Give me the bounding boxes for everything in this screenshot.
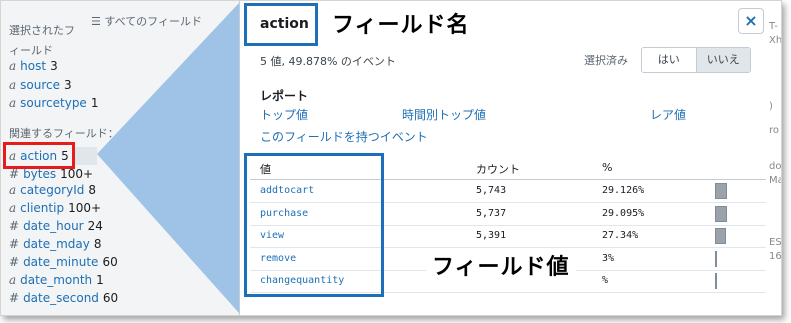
- percent-bar: [715, 183, 727, 199]
- field-type-icon: a: [9, 78, 17, 92]
- field-name-annotation: フィールド名: [332, 13, 470, 38]
- toggle-no-button[interactable]: いいえ: [696, 48, 750, 72]
- field-date-mday[interactable]: # date_mday 8: [9, 235, 102, 253]
- field-name: date_mday: [23, 237, 90, 251]
- field-date-month[interactable]: a date_month 1: [9, 271, 104, 289]
- col-header-percent: %: [602, 161, 613, 174]
- field-name: sourcetype: [20, 96, 87, 110]
- field-name: clientip: [20, 201, 65, 215]
- field-name: date_minute: [23, 255, 99, 269]
- field-type-icon: a: [9, 96, 17, 110]
- field-name: date_second: [23, 291, 99, 305]
- field-type-icon: a: [9, 183, 17, 197]
- rare-values-link[interactable]: レア値: [650, 106, 686, 123]
- percent-bar: [715, 250, 717, 267]
- field-type-icon: #: [9, 219, 20, 233]
- field-name: source: [20, 78, 61, 92]
- field-values-callout-box: [244, 153, 384, 297]
- field-type-icon: a: [9, 273, 17, 287]
- toggle-yes-button[interactable]: はい: [642, 48, 697, 72]
- field-type-icon: a: [9, 59, 17, 73]
- percent-cell: 29.095%: [602, 207, 645, 219]
- field-type-icon: #: [9, 167, 20, 181]
- callout-triangle: [97, 3, 239, 313]
- percent-cell: %: [602, 275, 609, 286]
- top-values-by-time-link[interactable]: 時間別トップ値: [402, 106, 486, 123]
- field-categoryid[interactable]: a categoryId 8: [9, 181, 96, 199]
- field-summary-popup: action フィールド名 × 5 値, 49.878% のイベント 選択済み …: [239, 1, 770, 315]
- field-name: date_month: [20, 273, 93, 287]
- field-sourcetype[interactable]: a sourcetype 1: [9, 94, 98, 112]
- count-cell: 5,391: [476, 230, 507, 241]
- field-values-annotation: フィールド値: [426, 249, 576, 281]
- top-values-link[interactable]: トップ値: [260, 106, 308, 123]
- field-name: categoryId: [20, 183, 85, 197]
- count-cell: 5,737: [476, 207, 507, 219]
- popup-field-title: action: [260, 16, 309, 32]
- action-highlight-box: [3, 142, 75, 169]
- percent-cell: 3%: [602, 252, 615, 264]
- close-button[interactable]: ×: [738, 8, 764, 34]
- callout-pointer: [97, 3, 239, 313]
- percent-cell: 29.126%: [602, 185, 645, 196]
- field-date-hour[interactable]: # date_hour 24: [9, 217, 103, 235]
- selected-fields-title: 選択されたフィールド: [9, 24, 75, 57]
- field-summary: 5 値, 49.878% のイベント: [260, 55, 396, 68]
- close-icon: ×: [744, 11, 758, 30]
- events-with-field-link[interactable]: このフィールドを持つイベント: [260, 128, 428, 145]
- field-name: date_hour: [23, 219, 84, 233]
- count-cell: 5,743: [476, 185, 507, 196]
- report-heading: レポート: [260, 89, 309, 103]
- field-source[interactable]: a source 3: [9, 76, 72, 94]
- selected-toggle: はい いいえ: [641, 47, 751, 73]
- field-host[interactable]: a host 3: [9, 57, 58, 75]
- field-type-icon: a: [9, 201, 17, 215]
- col-header-count: カウント: [476, 163, 520, 176]
- field-name: host: [20, 59, 47, 73]
- percent-cell: 27.34%: [602, 230, 639, 241]
- field-name: bytes: [23, 167, 57, 181]
- field-type-icon: #: [9, 255, 20, 269]
- field-count: 100+: [60, 167, 94, 181]
- percent-bar: [715, 273, 717, 289]
- field-count: 3: [64, 78, 72, 92]
- background-event-text: [240, 301, 770, 315]
- screenshot-frame: 選択されたフィールド ☰ すべてのフィールド a host 3 a source 3 a…: [0, 0, 782, 316]
- field-count: 3: [50, 59, 58, 73]
- percent-bar: [715, 205, 727, 222]
- selected-label: 選択済み: [584, 54, 628, 67]
- field-type-icon: #: [9, 237, 20, 251]
- field-clientip[interactable]: a clientip 100+: [9, 199, 101, 217]
- percent-bar: [715, 228, 726, 244]
- field-type-icon: #: [9, 291, 20, 305]
